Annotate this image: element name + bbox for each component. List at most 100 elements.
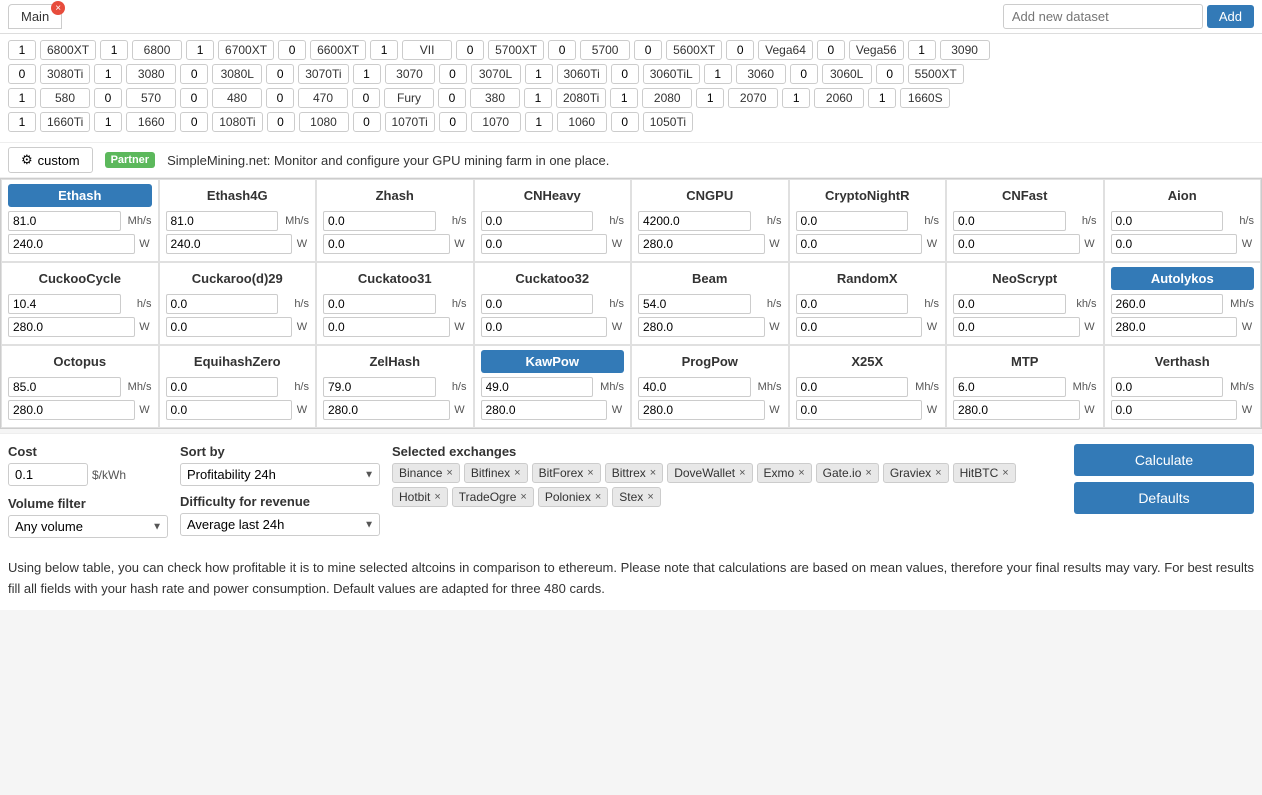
algo-header-zelhash[interactable]: ZelHash: [323, 350, 467, 373]
algo-power-input-progpow[interactable]: [638, 400, 765, 420]
exchange-tag-remove-gate.io[interactable]: ×: [865, 467, 871, 479]
gpu-count-input[interactable]: [439, 112, 467, 132]
add-dataset-button[interactable]: Add: [1207, 5, 1254, 28]
gpu-count-input[interactable]: [548, 40, 576, 60]
algo-power-input-aion[interactable]: [1111, 234, 1238, 254]
algo-header-kawpow[interactable]: KawPow: [481, 350, 625, 373]
algo-header-cnfast[interactable]: CNFast: [953, 184, 1097, 207]
algo-power-input-cuckoocycle[interactable]: [8, 317, 135, 337]
algo-power-input-zelhash[interactable]: [323, 400, 450, 420]
algo-hash-input-beam[interactable]: [638, 294, 751, 314]
algo-header-neoscrypt[interactable]: NeoScrypt: [953, 267, 1097, 290]
gpu-count-input[interactable]: [370, 40, 398, 60]
algo-header-cnheavy[interactable]: CNHeavy: [481, 184, 625, 207]
volume-select[interactable]: Any volume > $1000 > $10000: [8, 515, 168, 538]
algo-power-input-cuckatoo32[interactable]: [481, 317, 608, 337]
exchange-tag-remove-binance[interactable]: ×: [446, 467, 452, 479]
algo-hash-input-cnfast[interactable]: [953, 211, 1066, 231]
algo-hash-input-cuckoocycle[interactable]: [8, 294, 121, 314]
gpu-count-input[interactable]: [94, 88, 122, 108]
exchange-tag-remove-poloniex[interactable]: ×: [595, 491, 601, 503]
algo-power-input-cuckarood29[interactable]: [166, 317, 293, 337]
algo-header-octopus[interactable]: Octopus: [8, 350, 152, 373]
add-dataset-input[interactable]: [1003, 4, 1203, 29]
gpu-count-input[interactable]: [524, 88, 552, 108]
defaults-button[interactable]: Defaults: [1074, 482, 1254, 514]
algo-header-aion[interactable]: Aion: [1111, 184, 1255, 207]
sort-select[interactable]: Profitability 24h Profitability 1h Name: [180, 463, 380, 486]
gpu-count-input[interactable]: [610, 88, 638, 108]
algo-header-cuckoocycle[interactable]: CuckooCycle: [8, 267, 152, 290]
gpu-count-input[interactable]: [8, 40, 36, 60]
exchange-tag-remove-exmo[interactable]: ×: [798, 467, 804, 479]
exchange-tag-remove-bitforex[interactable]: ×: [587, 467, 593, 479]
algo-header-ethash4g[interactable]: Ethash4G: [166, 184, 310, 207]
gpu-count-input[interactable]: [94, 112, 122, 132]
algo-power-input-neoscrypt[interactable]: [953, 317, 1080, 337]
algo-header-cngpu[interactable]: CNGPU: [638, 184, 782, 207]
gpu-count-input[interactable]: [868, 88, 896, 108]
gpu-count-input[interactable]: [696, 88, 724, 108]
algo-hash-input-cnheavy[interactable]: [481, 211, 594, 231]
algo-power-input-randomx[interactable]: [796, 317, 923, 337]
algo-hash-input-cngpu[interactable]: [638, 211, 751, 231]
gpu-count-input[interactable]: [782, 88, 810, 108]
gpu-count-input[interactable]: [94, 64, 122, 84]
algo-power-input-mtp[interactable]: [953, 400, 1080, 420]
algo-header-verthash[interactable]: Verthash: [1111, 350, 1255, 373]
cost-input[interactable]: [8, 463, 88, 486]
algo-power-input-cuckatoo31[interactable]: [323, 317, 450, 337]
algo-hash-input-x25x[interactable]: [796, 377, 909, 397]
gpu-count-input[interactable]: [100, 40, 128, 60]
algo-hash-input-randomx[interactable]: [796, 294, 909, 314]
gpu-count-input[interactable]: [266, 88, 294, 108]
algo-header-cuckatoo31[interactable]: Cuckatoo31: [323, 267, 467, 290]
gpu-count-input[interactable]: [186, 40, 214, 60]
exchange-tag-remove-tradeogre[interactable]: ×: [520, 491, 526, 503]
gpu-count-input[interactable]: [8, 64, 36, 84]
algo-hash-input-verthash[interactable]: [1111, 377, 1224, 397]
algo-power-input-zhash[interactable]: [323, 234, 450, 254]
algo-hash-input-neoscrypt[interactable]: [953, 294, 1066, 314]
algo-power-input-cngpu[interactable]: [638, 234, 765, 254]
algo-hash-input-zelhash[interactable]: [323, 377, 436, 397]
main-tab[interactable]: Main ×: [8, 4, 62, 29]
gpu-count-input[interactable]: [456, 40, 484, 60]
algo-power-input-ethash4g[interactable]: [166, 234, 293, 254]
algo-power-input-cryptonightr[interactable]: [796, 234, 923, 254]
algo-hash-input-equihashzero[interactable]: [166, 377, 279, 397]
algo-power-input-cnfast[interactable]: [953, 234, 1080, 254]
exchange-tag-remove-hotbit[interactable]: ×: [434, 491, 440, 503]
gpu-count-input[interactable]: [525, 64, 553, 84]
exchange-tag-remove-bitfinex[interactable]: ×: [514, 467, 520, 479]
algo-header-mtp[interactable]: MTP: [953, 350, 1097, 373]
algo-hash-input-cryptonightr[interactable]: [796, 211, 909, 231]
algo-header-ethash[interactable]: Ethash: [8, 184, 152, 207]
algo-power-input-autolykos[interactable]: [1111, 317, 1238, 337]
exchange-tag-remove-graviex[interactable]: ×: [935, 467, 941, 479]
algo-hash-input-zhash[interactable]: [323, 211, 436, 231]
gpu-count-input[interactable]: [438, 88, 466, 108]
algo-hash-input-ethash[interactable]: [8, 211, 121, 231]
gpu-count-input[interactable]: [817, 40, 845, 60]
algo-power-input-equihashzero[interactable]: [166, 400, 293, 420]
algo-hash-input-cuckatoo32[interactable]: [481, 294, 594, 314]
algo-header-cuckarood29[interactable]: Cuckaroo(d)29: [166, 267, 310, 290]
algo-header-progpow[interactable]: ProgPow: [638, 350, 782, 373]
gpu-count-input[interactable]: [908, 40, 936, 60]
algo-power-input-ethash[interactable]: [8, 234, 135, 254]
algo-hash-input-mtp[interactable]: [953, 377, 1066, 397]
gpu-count-input[interactable]: [180, 64, 208, 84]
algo-header-autolykos[interactable]: Autolykos: [1111, 267, 1255, 290]
gpu-count-input[interactable]: [8, 88, 36, 108]
gpu-count-input[interactable]: [726, 40, 754, 60]
algo-power-input-cnheavy[interactable]: [481, 234, 608, 254]
algo-power-input-kawpow[interactable]: [481, 400, 608, 420]
gpu-count-input[interactable]: [278, 40, 306, 60]
custom-button[interactable]: ⚙ custom: [8, 147, 93, 173]
algo-header-cuckatoo32[interactable]: Cuckatoo32: [481, 267, 625, 290]
algo-header-cryptonightr[interactable]: CryptoNightR: [796, 184, 940, 207]
algo-hash-input-octopus[interactable]: [8, 377, 121, 397]
gpu-count-input[interactable]: [634, 40, 662, 60]
algo-power-input-x25x[interactable]: [796, 400, 923, 420]
